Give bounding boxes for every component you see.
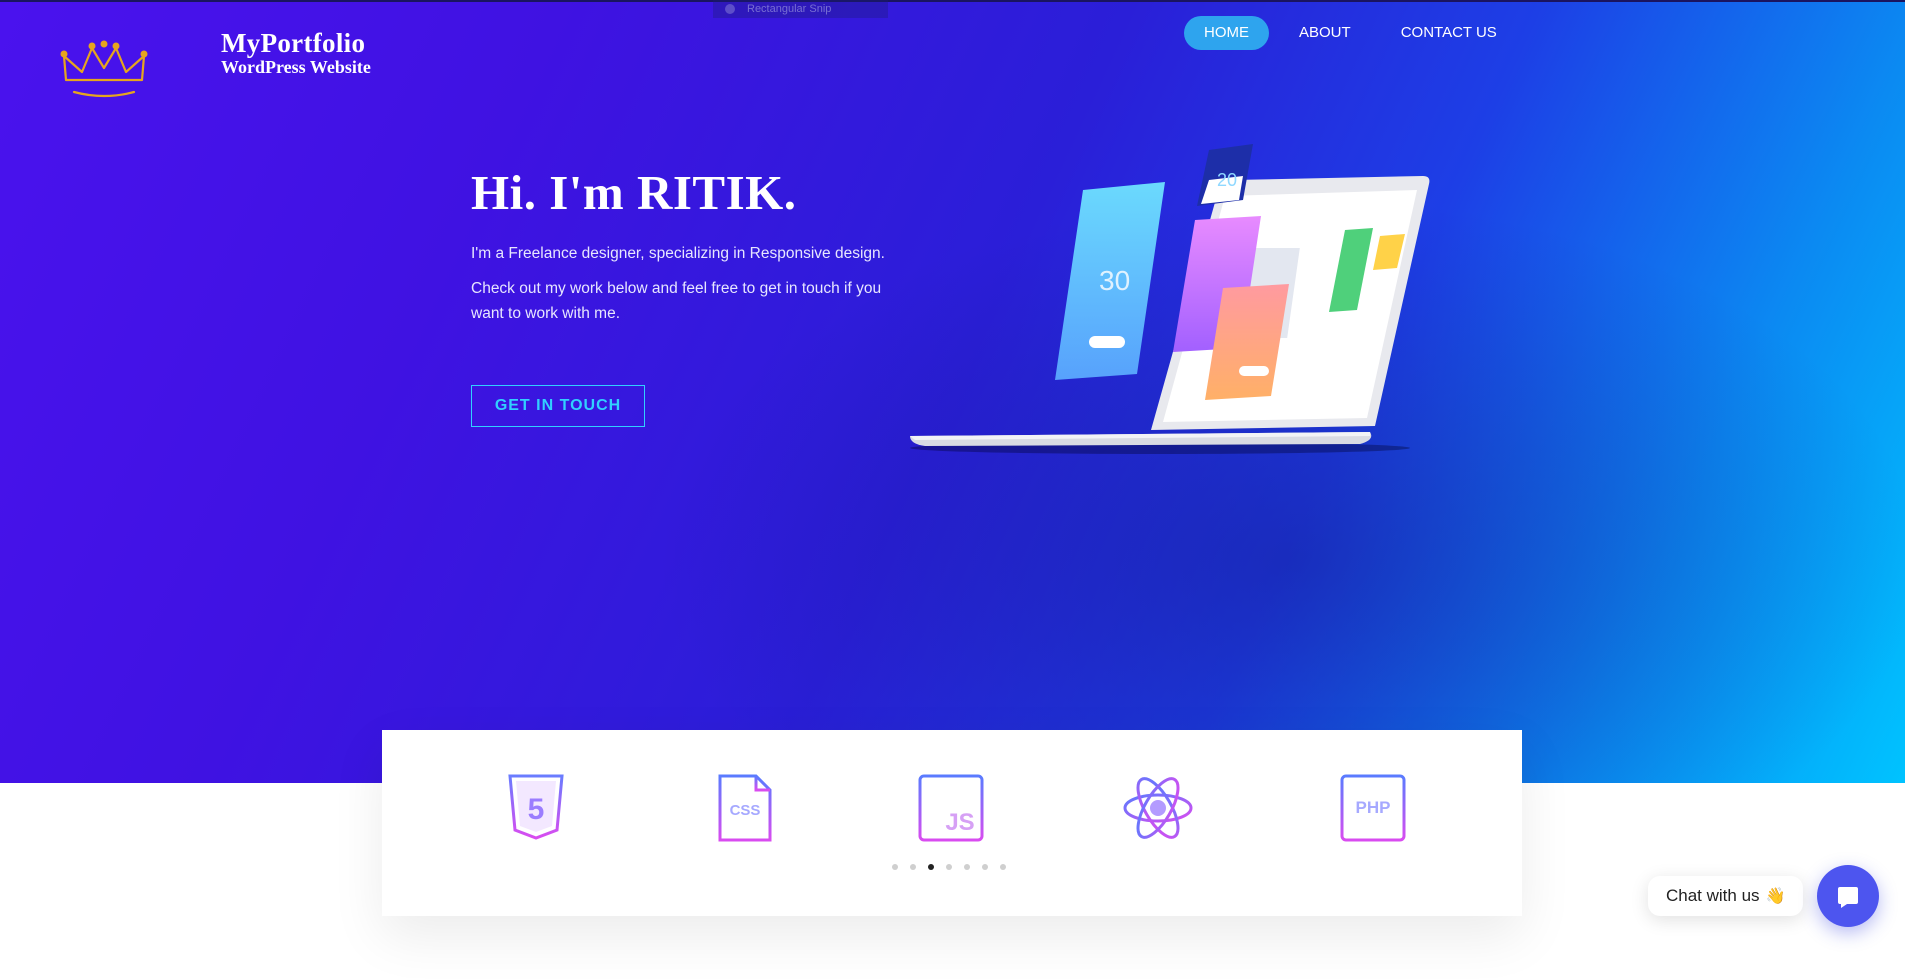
carousel-dot[interactable] [892,864,898,870]
svg-text:20: 20 [1217,170,1237,190]
laptop-illustration: 20 30 [910,144,1430,454]
php-icon-text: PHP [1356,798,1391,817]
html5-icon: 5 [508,774,564,840]
css-icon-text: CSS [730,802,761,819]
carousel-dot[interactable] [910,864,916,870]
nav-contact-us[interactable]: CONTACT US [1381,16,1517,50]
js-icon-text: JS [945,809,974,836]
html5-icon-text: 5 [528,793,545,826]
hero-section: Rectangular Snip MyPortfolio WordPress W… [0,0,1905,783]
css-file-icon: CSS [718,774,772,842]
waving-hand-icon: 👋 [1765,888,1786,905]
chat-label-text: Chat with us [1666,886,1760,905]
hero-body: Check out my work below and feel free to… [471,280,882,322]
brand-title: MyPortfolio [221,28,366,58]
site-brand[interactable]: MyPortfolio WordPress Website [221,28,371,77]
carousel-dot-active[interactable] [928,864,934,870]
get-in-touch-button[interactable]: GET IN TOUCH [471,385,645,427]
hero-title: Hi. I'm RITIK. [471,165,797,220]
nav-about[interactable]: ABOUT [1279,16,1371,50]
react-atom-icon [1123,777,1193,839]
carousel-pagination [892,864,1018,870]
skills-carousel: 5 CSS JS PHP [382,730,1522,916]
chat-with-us-label[interactable]: Chat with us 👋 [1648,876,1804,916]
js-icon: JS [918,774,984,842]
snip-icon [725,4,735,14]
carousel-dot[interactable] [982,864,988,870]
hero-subtitle: I'm a Freelance designer, specializing i… [471,245,885,262]
chat-bubble-icon [1838,887,1858,908]
brand-tagline: WordPress Website [221,57,371,77]
snipping-tool-tab[interactable]: Rectangular Snip [713,0,888,18]
crown-logo-icon[interactable] [56,38,152,98]
carousel-dot[interactable] [1000,864,1006,870]
carousel-dot[interactable] [946,864,952,870]
snip-label: Rectangular Snip [747,3,832,15]
svg-text:30: 30 [1099,265,1130,296]
carousel-dot[interactable] [964,864,970,870]
nav-home[interactable]: HOME [1184,16,1269,50]
chat-open-button[interactable] [1817,865,1879,927]
window-top-border [0,0,1905,2]
main-nav: HOME ABOUT CONTACT US [1184,16,1527,50]
php-icon: PHP [1340,774,1406,842]
